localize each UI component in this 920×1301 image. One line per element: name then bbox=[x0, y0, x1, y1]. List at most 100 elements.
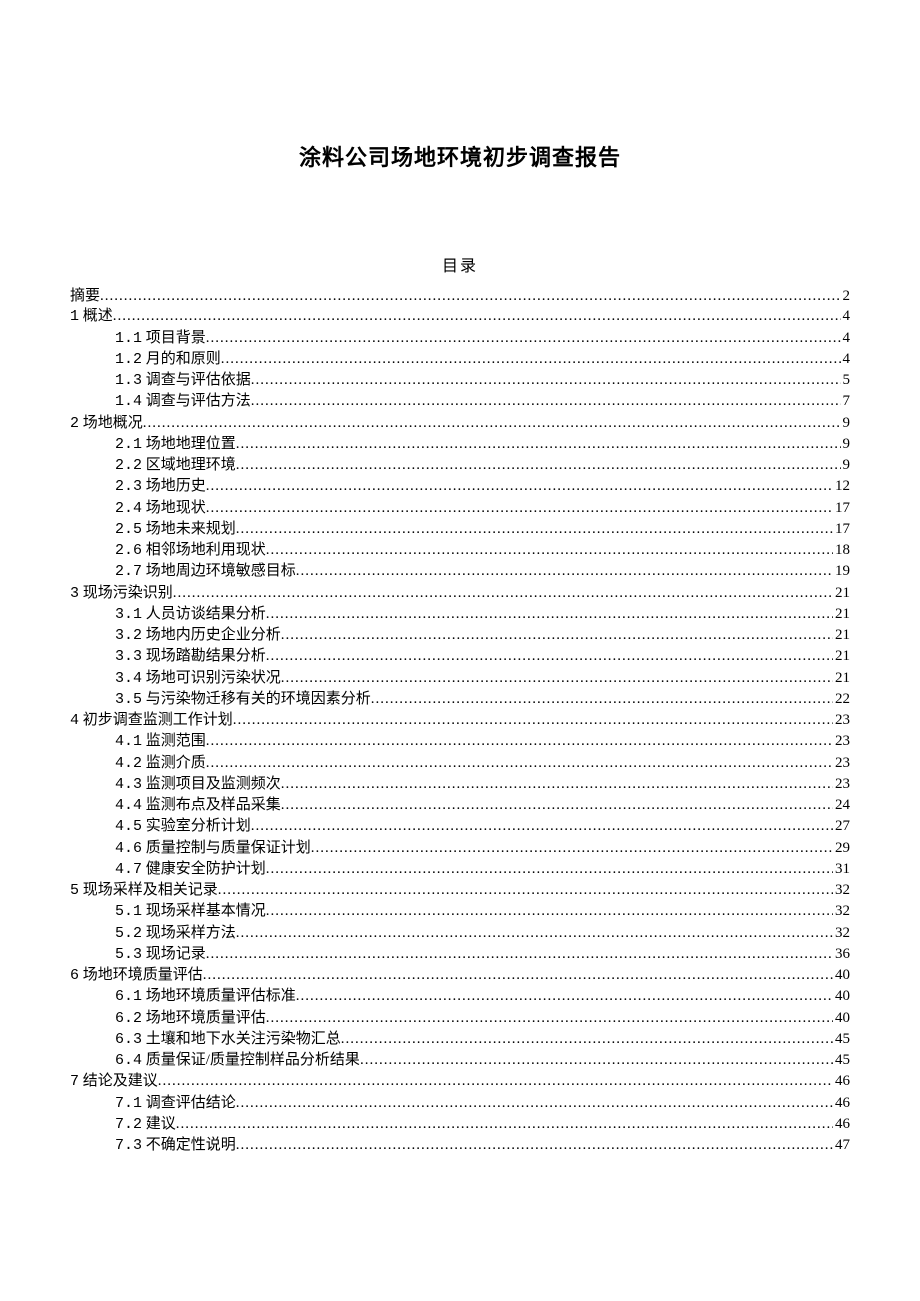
toc-entry[interactable]: 2.4 场地现状17 bbox=[70, 498, 850, 519]
toc-entry-label: 2.3 场地历史 bbox=[115, 476, 206, 497]
toc-entry[interactable]: 4.1 监测范围23 bbox=[70, 731, 850, 752]
toc-entry[interactable]: 5.3 现场记录36 bbox=[70, 944, 850, 965]
toc-entry[interactable]: 3.2 场地内历史企业分析21 bbox=[70, 625, 850, 646]
toc-entry[interactable]: 7.1 调查评估结论46 bbox=[70, 1093, 850, 1114]
toc-entry-label: 4.3 监测项目及监测频次 bbox=[115, 774, 281, 795]
toc-entry[interactable]: 2.5 场地未来规划17 bbox=[70, 519, 850, 540]
toc-entry-text: 现场污染识别 bbox=[83, 585, 173, 601]
toc-entry[interactable]: 4.7 健康安全防护计划31 bbox=[70, 859, 850, 880]
toc-leader-dots bbox=[218, 880, 833, 900]
toc-entry[interactable]: 2.1 场地地理位置9 bbox=[70, 434, 850, 455]
toc-leader-dots bbox=[281, 668, 833, 688]
toc-entry-text: 质量控制与质量保证计划 bbox=[146, 840, 311, 856]
toc-entry[interactable]: 5.1 现场采样基本情况32 bbox=[70, 901, 850, 922]
toc-entry-label: 2 场地概况 bbox=[70, 413, 143, 434]
toc-entry-text: 相邻场地利用现状 bbox=[146, 542, 266, 558]
toc-leader-dots bbox=[360, 1050, 833, 1070]
toc-entry[interactable]: 2.7 场地周边环境敏感目标19 bbox=[70, 561, 850, 582]
toc-leader-dots bbox=[158, 1071, 833, 1091]
toc-entry[interactable]: 2.2 区域地理环境9 bbox=[70, 455, 850, 476]
toc-entry-text: 场地未来规划 bbox=[146, 521, 236, 537]
toc-leader-dots bbox=[206, 476, 833, 496]
toc-entry-text: 场地概况 bbox=[83, 415, 143, 431]
toc-entry-label: 6.3 土壤和地下水关注污染物汇总 bbox=[115, 1029, 341, 1050]
toc-leader-dots bbox=[113, 306, 841, 326]
table-of-contents: 摘要21 概述41.1 项目背景41.2 月的和原则41.3 调查与评估依据51… bbox=[70, 286, 850, 1156]
toc-leader-dots bbox=[143, 413, 841, 433]
toc-entry[interactable]: 4 初步调查监测工作计划23 bbox=[70, 710, 850, 731]
toc-leader-dots bbox=[236, 434, 841, 454]
toc-entry[interactable]: 3.4 场地可识别污染状况21 bbox=[70, 668, 850, 689]
toc-entry-text: 场地内历史企业分析 bbox=[146, 627, 281, 643]
toc-entry[interactable]: 1.3 调查与评估依据5 bbox=[70, 370, 850, 391]
toc-entry[interactable]: 2.6 相邻场地利用现状18 bbox=[70, 540, 850, 561]
toc-entry-page: 2 bbox=[841, 286, 851, 306]
toc-entry[interactable]: 7.3 不确定性说明47 bbox=[70, 1135, 850, 1156]
toc-entry[interactable]: 4.5 实验室分析计划27 bbox=[70, 816, 850, 837]
toc-leader-dots bbox=[233, 710, 833, 730]
toc-entry[interactable]: 4.6 质量控制与质量保证计划29 bbox=[70, 838, 850, 859]
toc-entry[interactable]: 1.4 调查与评估方法7 bbox=[70, 391, 850, 412]
toc-entry[interactable]: 3 现场污染识别21 bbox=[70, 583, 850, 604]
toc-entry-label: 4 初步调查监测工作计划 bbox=[70, 710, 233, 731]
toc-leader-dots bbox=[176, 1114, 833, 1134]
toc-entry-page: 47 bbox=[833, 1135, 850, 1155]
toc-entry-text: 场地环境质量评估 bbox=[83, 967, 203, 983]
toc-entry[interactable]: 4.3 监测项目及监测频次23 bbox=[70, 774, 850, 795]
toc-entry-text: 人员访谈结果分析 bbox=[146, 606, 266, 622]
toc-entry-number: 4.7 bbox=[115, 861, 142, 878]
toc-entry-page: 12 bbox=[833, 476, 850, 496]
toc-entry[interactable]: 摘要2 bbox=[70, 286, 850, 306]
toc-entry-number: 4.2 bbox=[115, 755, 142, 772]
toc-leader-dots bbox=[206, 498, 833, 518]
toc-entry[interactable]: 1.1 项目背景4 bbox=[70, 328, 850, 349]
toc-entry[interactable]: 6.2 场地环境质量评估40 bbox=[70, 1008, 850, 1029]
toc-entry[interactable]: 4.2 监测介质23 bbox=[70, 753, 850, 774]
toc-entry-number: 7 bbox=[70, 1073, 79, 1090]
toc-entry-text: 与污染物迁移有关的环境因素分析 bbox=[146, 691, 371, 707]
toc-entry-number: 7.1 bbox=[115, 1095, 142, 1112]
toc-entry[interactable]: 1.2 月的和原则4 bbox=[70, 349, 850, 370]
toc-entry[interactable]: 3.3 现场踏勘结果分析21 bbox=[70, 646, 850, 667]
toc-leader-dots bbox=[236, 455, 841, 475]
toc-entry-text: 调查与评估依据 bbox=[146, 372, 251, 388]
toc-entry[interactable]: 2 场地概况 9 bbox=[70, 413, 850, 434]
toc-entry-number: 7.3 bbox=[115, 1137, 142, 1154]
toc-entry-text: 质量保证/质量控制样品分析结果 bbox=[146, 1052, 360, 1068]
toc-entry-number: 4.5 bbox=[115, 818, 142, 835]
toc-entry[interactable]: 1 概述4 bbox=[70, 306, 850, 327]
toc-entry-text: 土壤和地下水关注污染物汇总 bbox=[146, 1031, 341, 1047]
toc-entry[interactable]: 4.4 监测布点及样品采集24 bbox=[70, 795, 850, 816]
toc-entry-text: 现场记录 bbox=[146, 946, 206, 962]
toc-entry-number: 3 bbox=[70, 585, 79, 602]
toc-entry-page: 46 bbox=[833, 1093, 850, 1113]
toc-entry[interactable]: 6.4 质量保证/质量控制样品分析结果45 bbox=[70, 1050, 850, 1071]
toc-leader-dots bbox=[206, 944, 833, 964]
toc-entry-number: 6.4 bbox=[115, 1052, 142, 1069]
toc-entry-text: 建议 bbox=[146, 1116, 176, 1132]
toc-leader-dots bbox=[251, 816, 833, 836]
toc-entry[interactable]: 5.2 现场采样方法32 bbox=[70, 923, 850, 944]
toc-entry[interactable]: 7 结论及建议46 bbox=[70, 1071, 850, 1092]
toc-entry[interactable]: 6 场地环境质量评估40 bbox=[70, 965, 850, 986]
toc-entry-page: 9 bbox=[841, 434, 851, 454]
toc-entry-page: 9 bbox=[841, 413, 851, 433]
toc-entry-page: 46 bbox=[833, 1114, 850, 1134]
toc-entry-label: 2.6 相邻场地利用现状 bbox=[115, 540, 266, 561]
toc-entry-page: 23 bbox=[833, 731, 850, 751]
toc-entry[interactable]: 6.1 场地环境质量评估标准40 bbox=[70, 986, 850, 1007]
toc-entry-text: 调查与评估方法 bbox=[146, 393, 251, 409]
toc-entry-label: 3.3 现场踏勘结果分析 bbox=[115, 646, 266, 667]
toc-entry[interactable]: 7.2 建议46 bbox=[70, 1114, 850, 1135]
toc-entry-page: 17 bbox=[833, 519, 850, 539]
toc-entry[interactable]: 6.3 土壤和地下水关注污染物汇总45 bbox=[70, 1029, 850, 1050]
toc-entry-label: 1.3 调查与评估依据 bbox=[115, 370, 251, 391]
toc-entry[interactable]: 3.5 与污染物迁移有关的环境因素分析22 bbox=[70, 689, 850, 710]
toc-leader-dots bbox=[173, 583, 833, 603]
toc-entry[interactable]: 3.1 人员访谈结果分析21 bbox=[70, 604, 850, 625]
toc-entry-label: 6 场地环境质量评估 bbox=[70, 965, 203, 986]
toc-entry-text: 场地周边环境敏感目标 bbox=[146, 563, 296, 579]
toc-entry[interactable]: 5 现场采样及相关记录32 bbox=[70, 880, 850, 901]
toc-entry[interactable]: 2.3 场地历史 12 bbox=[70, 476, 850, 497]
toc-entry-number: 6.2 bbox=[115, 1010, 142, 1027]
